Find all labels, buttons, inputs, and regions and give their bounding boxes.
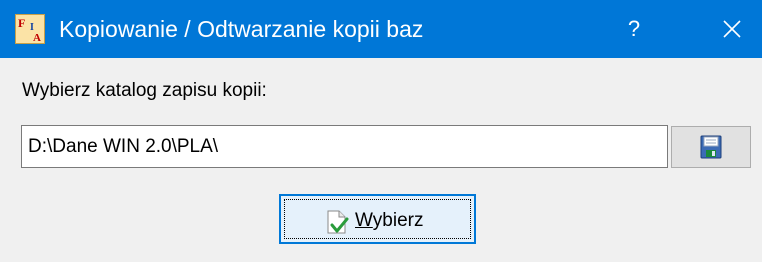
floppy-disk-icon xyxy=(700,135,722,159)
focus-rectangle: Wybierz xyxy=(284,199,471,239)
window-title: Kopiowanie / Odtwarzanie kopii baz xyxy=(59,16,424,42)
app-logo-icon: F I A xyxy=(15,14,45,44)
close-icon xyxy=(723,20,741,38)
backup-path-input[interactable] xyxy=(21,125,668,168)
browse-save-button[interactable] xyxy=(671,126,751,168)
app-logo-letter-a: A xyxy=(33,32,41,44)
choose-button[interactable]: Wybierz xyxy=(279,194,476,244)
help-button[interactable]: ? xyxy=(612,0,656,58)
choose-label-rest: ybierz xyxy=(372,210,424,231)
close-button[interactable] xyxy=(700,0,762,58)
copy-restore-dialog: F I A Kopiowanie / Odtwarzanie kopii baz… xyxy=(0,0,762,262)
choose-button-label: Wybierz xyxy=(355,200,423,242)
app-logo-letter-f: F xyxy=(18,16,25,30)
choose-mnemonic: W xyxy=(355,210,373,231)
document-check-icon xyxy=(327,210,349,234)
title-bar[interactable]: F I A Kopiowanie / Odtwarzanie kopii baz… xyxy=(0,0,762,58)
directory-prompt-label: Wybierz katalog zapisu kopii: xyxy=(22,80,267,101)
